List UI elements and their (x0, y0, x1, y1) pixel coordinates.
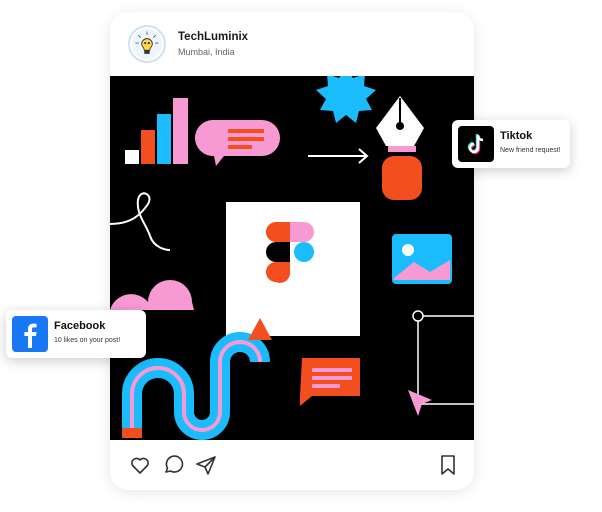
cursor-icon (408, 390, 432, 416)
save-button[interactable] (436, 453, 460, 477)
tiktok-icon (458, 126, 494, 162)
bookmark-icon (441, 455, 455, 475)
tiktok-notification-text: New friend request! (500, 147, 561, 154)
facebook-app-icon (12, 316, 48, 352)
comment-button[interactable] (162, 453, 186, 477)
post-actions (110, 440, 474, 490)
post-header: TechLuminix Mumbai, India (110, 12, 474, 76)
facebook-notification[interactable]: Facebook 10 likes on your post! (6, 310, 146, 358)
tiktok-notification-title: Tiktok (500, 130, 533, 142)
post-illustration (110, 76, 474, 440)
speech-bubble-icon (194, 120, 280, 166)
squiggle-line (110, 192, 171, 251)
pen-nib-icon (376, 96, 424, 200)
facebook-notification-title: Facebook (54, 320, 106, 332)
comment-icon (165, 455, 184, 473)
image-icon (392, 234, 452, 284)
account-location: Mumbai, India (178, 47, 235, 57)
tiktok-notification[interactable]: Tiktok New friend request! (452, 120, 570, 168)
post-card: TechLuminix Mumbai, India (110, 12, 474, 490)
bar-chart-icon (125, 98, 188, 164)
chat-bubble-icon (300, 358, 360, 406)
share-button[interactable] (194, 453, 218, 477)
sun-badge-icon (316, 76, 376, 123)
like-button[interactable] (128, 453, 152, 477)
tiktok-app-icon (458, 126, 494, 162)
account-avatar[interactable] (128, 25, 166, 63)
facebook-icon (12, 316, 48, 352)
arrow-right-icon (308, 148, 369, 164)
figma-card (226, 202, 360, 336)
send-icon (196, 456, 216, 475)
pink-hills (110, 280, 194, 310)
heart-icon (131, 457, 149, 474)
facebook-notification-text: 10 likes on your post! (54, 337, 121, 344)
post-image[interactable] (110, 76, 474, 440)
lightbulb-logo-icon (131, 28, 163, 60)
selection-frame (412, 310, 474, 406)
account-name[interactable]: TechLuminix (178, 31, 248, 43)
